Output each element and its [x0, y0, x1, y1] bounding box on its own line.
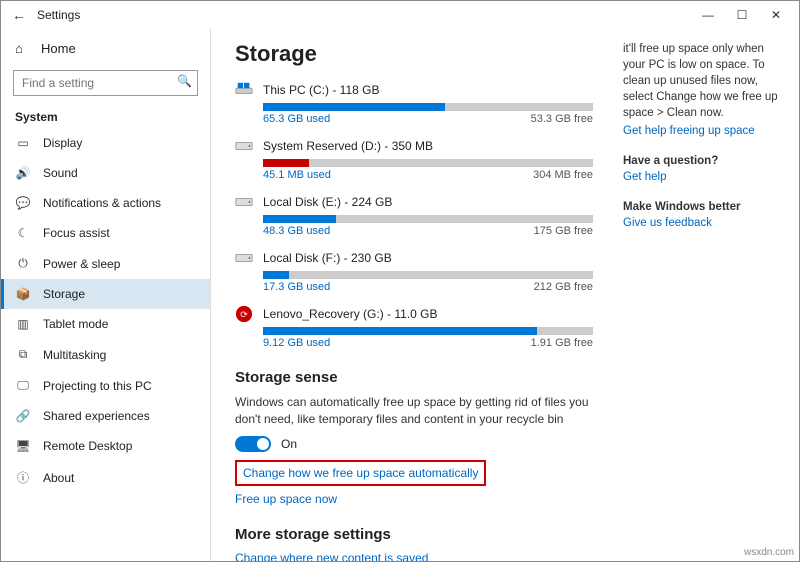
drive-row[interactable]: ⟳ Lenovo_Recovery (G:) - 11.0 GB 9.12 GB u… — [235, 305, 593, 349]
storage-sense-toggle[interactable]: On — [235, 436, 593, 452]
drive-used: 17.3 GB used — [263, 281, 330, 293]
notifications-icon: 💬 — [15, 196, 31, 210]
sidebar-item-power[interactable]: ⏻ Power & sleep — [1, 248, 210, 279]
shared-icon: 🔗 — [15, 409, 31, 423]
drive-free: 175 GB free — [534, 225, 593, 237]
multitasking-icon: ⧉ — [15, 347, 31, 362]
drive-icon — [235, 137, 253, 155]
more-storage-heading: More storage settings — [235, 526, 593, 543]
drive-usage-bar — [263, 215, 593, 223]
sidebar-home-label: Home — [41, 41, 76, 56]
drive-free: 304 MB free — [533, 169, 593, 181]
drive-icon — [235, 81, 253, 99]
storage-sense-heading: Storage sense — [235, 369, 593, 386]
feedback-heading: Make Windows better — [623, 201, 789, 213]
sidebar-item-multitasking[interactable]: ⧉ Multitasking — [1, 339, 210, 370]
drive-used: 48.3 GB used — [263, 225, 330, 237]
question-heading: Have a question? — [623, 155, 789, 167]
storage-icon: 📦 — [15, 287, 31, 301]
sidebar-item-projecting[interactable]: 🖵 Projecting to this PC — [1, 370, 210, 401]
sidebar-item-label: Multitasking — [43, 348, 106, 362]
drive-name: System Reserved (D:) - 350 MB — [263, 139, 433, 153]
focus-icon: ☾ — [15, 226, 31, 240]
maximize-button[interactable]: ☐ — [725, 1, 759, 29]
drive-free: 53.3 GB free — [531, 113, 593, 125]
drive-usage-bar — [263, 103, 593, 111]
sidebar-item-focus-assist[interactable]: ☾ Focus assist — [1, 218, 210, 248]
sidebar-item-label: Power & sleep — [43, 257, 120, 271]
link-get-help-freeing-space[interactable]: Get help freeing up space — [623, 125, 789, 137]
drive-icon: ⟳ — [235, 305, 253, 323]
drive-used: 45.1 MB used — [263, 169, 331, 181]
search-input[interactable] — [13, 70, 198, 96]
close-button[interactable]: ✕ — [759, 1, 793, 29]
drive-usage-bar — [263, 271, 593, 279]
drive-row[interactable]: Local Disk (E:) - 224 GB 48.3 GB used 175 … — [235, 193, 593, 237]
toggle-switch-icon — [235, 436, 271, 452]
about-icon: ⓘ — [15, 469, 31, 486]
watermark: wsxdn.com — [744, 547, 794, 558]
drive-name: Lenovo_Recovery (G:) - 11.0 GB — [263, 307, 438, 321]
sidebar-item-label: Storage — [43, 287, 85, 301]
sidebar-item-about[interactable]: ⓘ About — [1, 461, 210, 494]
drive-used: 65.3 GB used — [263, 113, 330, 125]
sidebar-item-tablet[interactable]: ▥ Tablet mode — [1, 309, 210, 339]
drive-usage-bar — [263, 159, 593, 167]
svg-text:⟳: ⟳ — [240, 310, 248, 320]
drive-name: This PC (C:) - 118 GB — [263, 83, 379, 97]
drive-name: Local Disk (E:) - 224 GB — [263, 195, 392, 209]
search-box[interactable]: 🔍 — [13, 70, 198, 96]
sidebar-item-notifications[interactable]: 💬 Notifications & actions — [1, 188, 210, 218]
sidebar-item-sound[interactable]: 🔊 Sound — [1, 158, 210, 188]
drive-used: 9.12 GB used — [263, 337, 330, 349]
sidebar-item-label: Tablet mode — [43, 317, 108, 331]
toggle-label: On — [281, 437, 297, 451]
drive-usage-bar — [263, 327, 593, 335]
back-button[interactable]: ← — [7, 7, 31, 23]
sidebar-item-label: Display — [43, 136, 82, 150]
minimize-button[interactable]: — — [691, 1, 725, 29]
sound-icon: 🔊 — [15, 166, 31, 180]
sidebar-item-label: Shared experiences — [43, 409, 150, 423]
tip-text: it'll free up space only when your PC is… — [623, 41, 789, 121]
sidebar-item-label: Notifications & actions — [43, 196, 161, 210]
drive-row[interactable]: Local Disk (F:) - 230 GB 17.3 GB used 212 … — [235, 249, 593, 293]
drive-name: Local Disk (F:) - 230 GB — [263, 251, 392, 265]
sidebar-item-label: Projecting to this PC — [43, 379, 152, 393]
link-change-save-location[interactable]: Change where new content is saved — [235, 551, 593, 561]
sidebar-item-label: Focus assist — [43, 226, 110, 240]
sidebar-home[interactable]: ⌂ Home — [1, 33, 210, 64]
link-change-free-up[interactable]: Change how we free up space automaticall… — [235, 460, 486, 486]
display-icon: ▭ — [15, 136, 31, 150]
power-icon: ⏻ — [15, 256, 31, 271]
sidebar: ⌂ Home 🔍 System ▭ Display 🔊 Sound 💬 Notific… — [1, 29, 211, 561]
page-title: Storage — [235, 41, 593, 67]
link-free-up-now[interactable]: Free up space now — [235, 492, 593, 506]
sidebar-item-label: About — [43, 471, 74, 485]
app-title: Settings — [37, 8, 80, 22]
storage-sense-description: Windows can automatically free up space … — [235, 394, 593, 428]
drive-icon — [235, 193, 253, 211]
sidebar-item-label: Remote Desktop — [43, 439, 132, 453]
drive-row[interactable]: System Reserved (D:) - 350 MB 45.1 MB use… — [235, 137, 593, 181]
drive-icon — [235, 249, 253, 267]
search-icon: 🔍 — [177, 74, 192, 88]
sidebar-item-display[interactable]: ▭ Display — [1, 128, 210, 158]
sidebar-item-label: Sound — [43, 166, 78, 180]
sidebar-section-label: System — [1, 104, 210, 128]
link-give-feedback[interactable]: Give us feedback — [623, 217, 789, 229]
sidebar-item-shared[interactable]: 🔗 Shared experiences — [1, 401, 210, 431]
home-icon: ⌂ — [15, 41, 31, 56]
sidebar-item-remote[interactable]: 🖥 Remote Desktop — [1, 431, 210, 461]
tablet-icon: ▥ — [15, 317, 31, 331]
drive-free: 212 GB free — [534, 281, 593, 293]
drive-free: 1.91 GB free — [531, 337, 593, 349]
drive-row[interactable]: This PC (C:) - 118 GB 65.3 GB used 53.3 GB… — [235, 81, 593, 125]
projecting-icon: 🖵 — [15, 378, 31, 393]
sidebar-item-storage[interactable]: 📦 Storage — [1, 279, 210, 309]
link-get-help[interactable]: Get help — [623, 171, 789, 183]
remote-icon: 🖥 — [15, 439, 31, 453]
